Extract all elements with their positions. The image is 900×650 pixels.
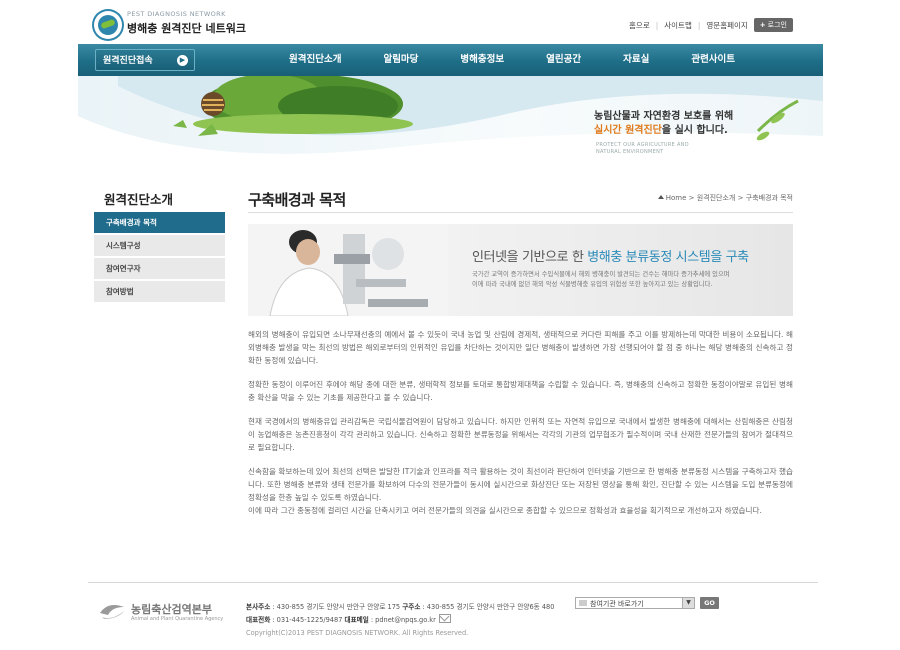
breadcrumb-separator: >: [737, 194, 746, 202]
hero-desc-line2: 이에 따라 국내에 없던 해외 악성 식물병해충 유입의 위험성 또한 높아지고…: [472, 281, 713, 288]
hero-desc-line1: 국가간 교역이 증가하면서 수입식물에서 해외 병해충이 발견되는 건수는 해마…: [472, 271, 730, 278]
plus-icon: +: [759, 21, 766, 29]
hero-banner: 농림산물과 자연환경 보호를 위해 실시간 원격진단을 실시 합니다. PROT…: [78, 76, 823, 180]
nav-item-pest-info[interactable]: 병해충정보: [439, 44, 525, 76]
address-label: 본사주소: [246, 603, 271, 611]
util-separator: |: [697, 20, 701, 30]
util-link-sitemap[interactable]: 사이트맵: [664, 20, 692, 31]
phone-value: : 031-445-1225/9487: [270, 616, 345, 624]
phone-label: 대표전화: [246, 616, 271, 624]
home-icon: [657, 195, 664, 199]
remote-access-button[interactable]: 원격진단접속 ▶: [95, 49, 195, 71]
hero-headline: 인터넷을 기반으로 한 병해충 분류동정 시스템을 구축: [472, 246, 749, 265]
related-agency-select[interactable]: 참여기관 바로가기 ▼: [575, 597, 695, 609]
banner-sub2: NATURAL ENVIRONMENT: [596, 149, 664, 155]
select-value: 참여기관 바로가기: [590, 600, 644, 608]
sidebar-item-background[interactable]: 구축배경과 목적: [94, 212, 225, 233]
nav-item-open-space[interactable]: 열린공간: [525, 44, 602, 76]
select-marker-icon: [579, 600, 587, 606]
login-label: 로그인: [767, 21, 787, 29]
footer-logo-english: Animal and Plant Quarantine Agency: [131, 616, 224, 622]
banner-line2: 실시간 원격진단을 실시 합니다.: [594, 124, 733, 138]
microscope-researcher-image: [248, 224, 448, 316]
banner-sub1: PROTECT OUR AGRICULTURE AND: [596, 142, 689, 148]
nav-menu: 원격진단소개 알림마당 병해충정보 열린공간 자료실 관련사이트: [268, 44, 756, 76]
banner-line2-rest: 을 실시 합니다.: [661, 125, 728, 136]
page-title: 구축배경과 목적: [248, 191, 346, 209]
copyright: Copyright(C)2013 PEST DIAGNOSIS NETWORK.…: [246, 629, 469, 637]
util-link-english[interactable]: 영문홈페이지: [706, 20, 747, 31]
title-divider: [248, 212, 793, 213]
paragraph: 현재 국경에서의 병해충유입 관리감독은 국립식물검역원이 담당하고 있습니다.…: [248, 417, 793, 452]
utility-links: 홈으로 | 사이트맵 | 영문홈페이지 + 로그인: [629, 18, 793, 32]
page: PEST DIAGNOSIS NETWORK 병해충 원격진단 네트워크 홈으로…: [78, 0, 823, 650]
email-value[interactable]: : pdnet@npqs.go.kr: [369, 616, 436, 624]
breadcrumb: Home > 원격진단소개 > 구축배경과 목적: [657, 193, 793, 203]
paragraph: 신속함을 확보하는데 있어 최선의 선택은 발달한 IT기술과 인프라를 적극 …: [248, 467, 793, 515]
footer-address: 본사주소 : 430-855 경기도 안양시 만안구 안양로 175 구주소 :…: [246, 601, 554, 614]
agency-emblem-icon: [100, 605, 124, 619]
address-value: : 430-855 경기도 안양시 만안구 안양로 175: [270, 603, 403, 611]
sidebar-item-researchers[interactable]: 참여연구자: [94, 258, 225, 279]
arrow-right-icon: ▶: [177, 55, 188, 66]
mail-icon[interactable]: [438, 614, 451, 623]
util-separator: |: [655, 20, 659, 30]
banner-line1: 농림산물과 자연환경 보호를 위해: [594, 111, 734, 122]
logo-korean-text: 병해충 원격진단 네트워크: [127, 22, 246, 35]
go-button[interactable]: GO: [700, 597, 719, 609]
logo-emblem-icon: [94, 11, 122, 39]
footer-agency-logo[interactable]: 농림축산검역본부 Animal and Plant Quarantine Age…: [98, 601, 228, 627]
banner-highlight: 실시간 원격진단: [594, 125, 662, 136]
old-address-label: 구주소: [402, 603, 421, 611]
paragraph: 정확한 동정이 이루어진 후에야 해당 종에 대한 분류, 생태학적 정보를 토…: [248, 380, 793, 402]
nav-item-related-sites[interactable]: 관련사이트: [670, 44, 756, 76]
sidebar-title: 원격진단소개: [104, 192, 174, 207]
footer-info: 본사주소 : 430-855 경기도 안양시 만안구 안양로 175 구주소 :…: [246, 601, 554, 640]
content-hero-image: 인터넷을 기반으로 한 병해충 분류동정 시스템을 구축 국가간 교역이 증가하…: [248, 224, 793, 316]
remote-access-label: 원격진단접속: [103, 56, 153, 66]
sidebar-item-system[interactable]: 시스템구성: [94, 235, 225, 256]
chevron-down-icon[interactable]: ▼: [682, 598, 694, 608]
old-address-value: : 430-855 경기도 안양시 만안구 안양6동 480: [420, 603, 555, 611]
sidebar-menu: 구축배경과 목적 시스템구성 참여연구자 참여방법: [94, 212, 225, 304]
hero-highlight: 병해충 분류동정 시스템을 구축: [587, 250, 749, 265]
nav-item-archive[interactable]: 자료실: [602, 44, 670, 76]
breadcrumb-separator: >: [688, 194, 697, 202]
email-label: 대표메일: [344, 616, 369, 624]
breadcrumb-section[interactable]: 원격진단소개: [697, 194, 736, 202]
breadcrumb-current: 구축배경과 목적: [745, 194, 793, 202]
banner-slogan: 농림산물과 자연환경 보호를 위해 실시간 원격진단을 실시 합니다.: [594, 110, 733, 138]
article-body: 해외의 병해충이 유입되면 소나무재선충의 예에서 볼 수 있듯이 국내 농업 …: [248, 328, 793, 528]
site-logo[interactable]: PEST DIAGNOSIS NETWORK 병해충 원격진단 네트워크: [94, 10, 254, 40]
banner-subtitle: PROTECT OUR AGRICULTURE AND NATURAL ENVI…: [596, 142, 689, 156]
util-link-home[interactable]: 홈으로: [629, 20, 650, 31]
main-nav: 원격진단접속 ▶ 원격진단소개 알림마당 병해충정보 열린공간 자료실 관련사이…: [78, 44, 823, 76]
breadcrumb-home[interactable]: Home: [666, 194, 687, 202]
hero-prefix: 인터넷을 기반으로 한: [472, 250, 588, 265]
footer-divider: [88, 582, 818, 583]
nav-item-notice[interactable]: 알림마당: [362, 44, 439, 76]
logo-english-text: PEST DIAGNOSIS NETWORK: [127, 10, 226, 18]
hero-description: 국가간 교역이 증가하면서 수입식물에서 해외 병해충이 발견되는 건수는 해마…: [472, 270, 730, 290]
sidebar-item-participation[interactable]: 참여방법: [94, 281, 225, 302]
paragraph: 해외의 병해충이 유입되면 소나무재선충의 예에서 볼 수 있듯이 국내 농업 …: [248, 330, 793, 365]
nav-item-intro[interactable]: 원격진단소개: [268, 44, 362, 76]
footer-logo-korean: 농림축산검역본부: [131, 603, 212, 616]
login-button[interactable]: + 로그인: [753, 18, 793, 32]
footer-contact: 대표전화 : 031-445-1225/9487 대표메일 : pdnet@np…: [246, 614, 554, 627]
